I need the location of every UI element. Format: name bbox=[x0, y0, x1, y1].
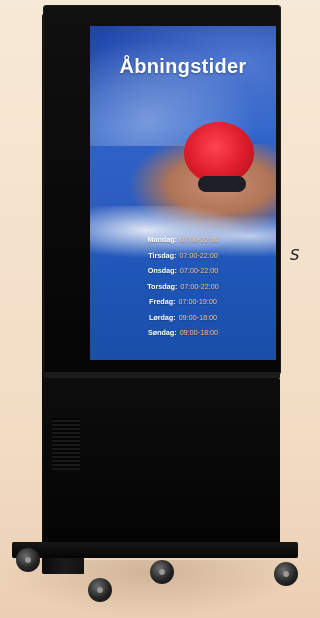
day-label: Søndag: bbox=[147, 328, 177, 337]
time-label: 07:00-22:00 bbox=[180, 235, 219, 244]
vent-grille bbox=[52, 418, 80, 470]
caster-wheel-front-left bbox=[16, 548, 40, 572]
day-label: Lørdag: bbox=[148, 312, 176, 322]
screen-title: Åbningstider bbox=[119, 56, 247, 78]
hours-row-thursday: Torsdag: 07:00-22:00 bbox=[90, 279, 276, 295]
side-caption: S bbox=[290, 246, 300, 264]
day-label: Mandag: bbox=[147, 235, 178, 244]
caster-wheel-front-center bbox=[88, 578, 112, 602]
swim-cap bbox=[184, 122, 254, 184]
time-label: 07:00-22:00 bbox=[179, 266, 219, 275]
day-label: Torsdag: bbox=[147, 281, 178, 291]
hours-row-monday: Mandag: 07:00-22:00 bbox=[90, 232, 276, 248]
time-label: 09:00-18:00 bbox=[179, 328, 219, 337]
opening-hours-list: Mandag: 07:00-22:00 Tirsdag: 07:00-22:00… bbox=[90, 232, 276, 341]
display-screen: Åbningstider Mandag: 07:00-22:00 Tirsdag… bbox=[90, 26, 276, 360]
water-background bbox=[90, 26, 276, 146]
caster-wheel-front-right bbox=[274, 562, 298, 586]
time-label: 09:00-18:00 bbox=[178, 312, 218, 322]
day-label: Onsdag: bbox=[147, 266, 177, 275]
caster-wheel-rear bbox=[150, 560, 174, 584]
time-label: 07:00-19:00 bbox=[178, 297, 217, 306]
base-frame bbox=[12, 542, 298, 558]
hours-row-friday: Fredag: 07:00-19:00 bbox=[90, 294, 276, 310]
hours-row-saturday: Lørdag: 09:00-18:00 bbox=[90, 310, 276, 326]
hours-row-tuesday: Tirsdag: 07:00-22:00 bbox=[90, 248, 276, 264]
day-label: Fredag: bbox=[149, 297, 176, 306]
time-label: 07:00-22:00 bbox=[179, 250, 218, 260]
swim-goggles bbox=[198, 176, 246, 192]
hours-row-wednesday: Onsdag: 07:00-22:00 bbox=[90, 263, 276, 279]
day-label: Tirsdag: bbox=[148, 250, 177, 260]
time-label: 07:00-22:00 bbox=[180, 281, 219, 291]
hours-row-sunday: Søndag: 09:00-18:00 bbox=[90, 325, 276, 341]
